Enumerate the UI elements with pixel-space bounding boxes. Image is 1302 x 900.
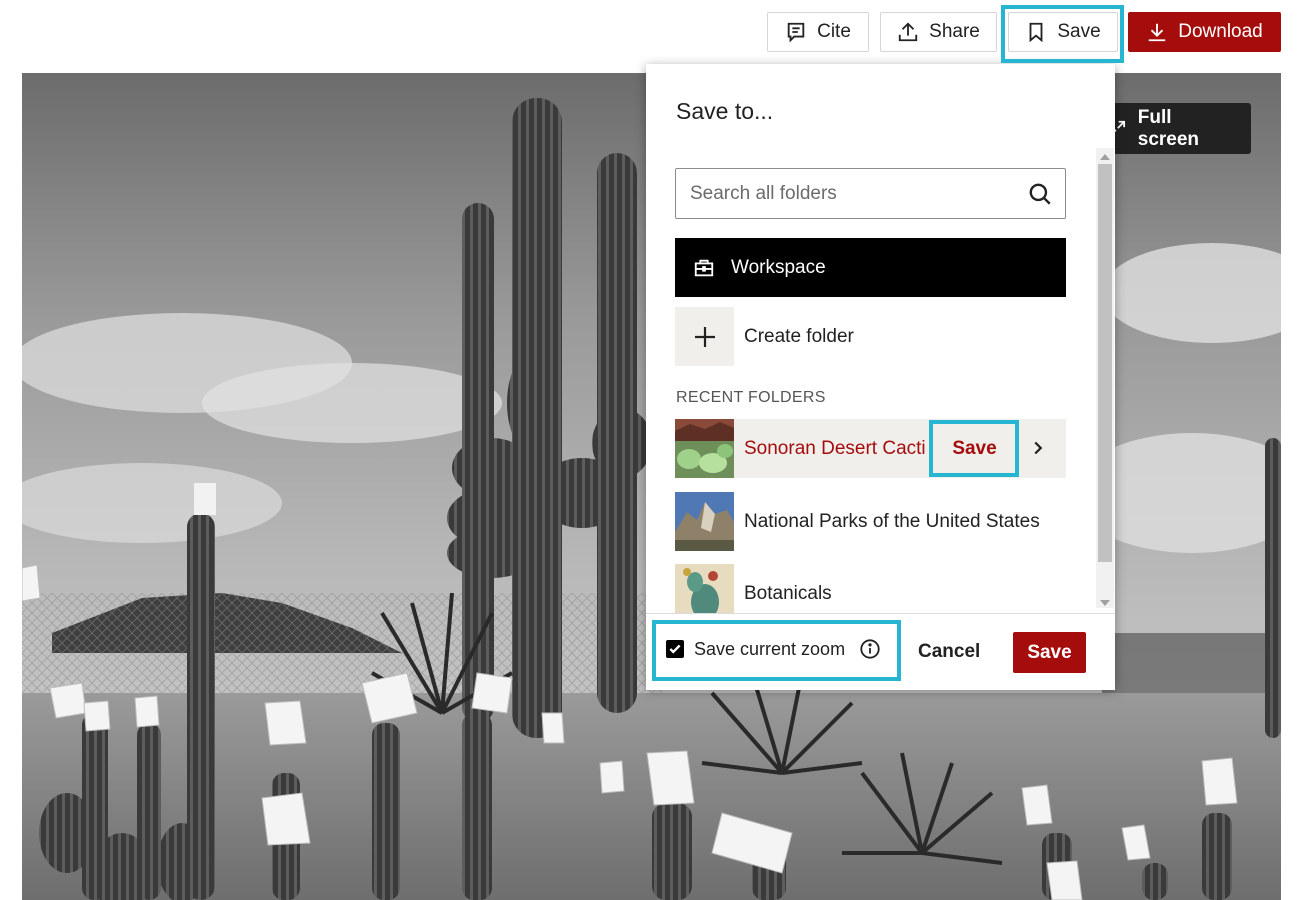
chevron-right-icon[interactable]: [1027, 437, 1049, 459]
folder-name: National Parks of the United States: [744, 510, 1040, 532]
save-zoom-checkbox[interactable]: [666, 640, 684, 658]
share-button[interactable]: Share: [880, 12, 997, 52]
recent-folders-heading: RECENT FOLDERS: [676, 389, 826, 406]
scroll-up-arrow[interactable]: [1100, 154, 1110, 160]
search-icon[interactable]: [1027, 181, 1053, 207]
dialog-save-button[interactable]: Save: [1013, 632, 1086, 673]
folder-search-box: [675, 168, 1066, 219]
share-icon: [898, 22, 918, 42]
cite-label: Cite: [817, 21, 851, 42]
fullscreen-label: Full screen: [1137, 106, 1200, 150]
fullscreen-button[interactable]: Full screen: [1106, 103, 1251, 154]
create-folder-button[interactable]: Create folder: [675, 307, 854, 366]
cite-button[interactable]: Cite: [767, 12, 869, 52]
briefcase-icon: [694, 259, 714, 276]
top-toolbar: Cite Share Save Download: [0, 12, 1302, 56]
scrollbar-thumb[interactable]: [1098, 164, 1112, 562]
download-button[interactable]: Download: [1128, 12, 1281, 52]
download-icon: [1149, 23, 1166, 42]
folder-save-button[interactable]: Save: [934, 421, 1015, 476]
check-icon: [669, 644, 681, 654]
recent-folder-item[interactable]: National Parks of the United States: [675, 492, 1066, 551]
scroll-down-arrow[interactable]: [1100, 600, 1110, 606]
plus-box: [675, 307, 734, 366]
save-to-dialog: Save to... Workspace Create folder RECEN…: [646, 64, 1115, 690]
save-label: Save: [1057, 21, 1101, 42]
bookmark-icon: [1029, 22, 1043, 43]
folder-thumbnail: [675, 492, 734, 551]
workspace-button[interactable]: Workspace: [675, 238, 1066, 297]
recent-folder-item[interactable]: Sonoran Desert Cacti Save: [675, 419, 1066, 478]
folder-name: Sonoran Desert Cacti: [744, 437, 926, 459]
cite-icon: [787, 22, 805, 43]
folder-thumbnail: [675, 419, 734, 478]
dialog-footer: Save current zoom Cancel Save: [646, 613, 1115, 690]
save-zoom-option[interactable]: Save current zoom: [666, 638, 881, 660]
share-label: Share: [929, 21, 980, 42]
dialog-title: Save to...: [676, 98, 774, 124]
save-button[interactable]: Save: [1008, 12, 1118, 52]
save-zoom-label: Save current zoom: [694, 638, 846, 659]
workspace-label: Workspace: [731, 256, 826, 278]
folder-search-input[interactable]: [676, 169, 1027, 218]
download-label: Download: [1178, 21, 1263, 42]
cancel-button[interactable]: Cancel: [918, 641, 980, 663]
info-icon[interactable]: [859, 638, 881, 660]
create-folder-label: Create folder: [744, 325, 854, 347]
folder-name: Botanicals: [744, 582, 832, 604]
plus-icon: [694, 326, 715, 347]
